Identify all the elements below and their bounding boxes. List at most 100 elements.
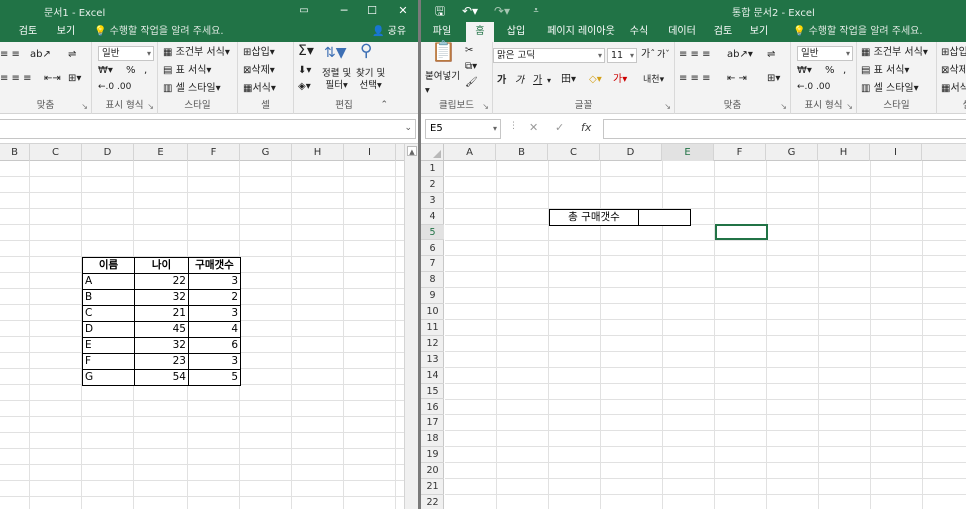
- dialog-launcher-icon[interactable]: ↘: [81, 102, 88, 111]
- comma-button[interactable]: ,: [843, 64, 846, 78]
- table-cell[interactable]: 3: [188, 273, 241, 290]
- table-cell[interactable]: G: [82, 369, 135, 386]
- table-cell[interactable]: 45: [134, 321, 189, 338]
- collapse-ribbon-icon[interactable]: ⌃: [380, 98, 388, 112]
- column-header-h[interactable]: H: [818, 144, 870, 161]
- cancel-icon[interactable]: ✕: [529, 121, 538, 134]
- row-header-16[interactable]: 16: [421, 400, 444, 416]
- table-cell[interactable]: F: [82, 353, 135, 370]
- more-options-icon[interactable]: ⋮: [509, 121, 518, 131]
- autosum-icon[interactable]: Σ▾: [298, 44, 314, 58]
- merge-icon[interactable]: ⊞▾: [68, 72, 81, 86]
- format-button[interactable]: ▦서식: [941, 82, 966, 96]
- table-cell[interactable]: 3: [188, 305, 241, 322]
- column-header-b[interactable]: B: [496, 144, 548, 161]
- row-header-10[interactable]: 10: [421, 304, 444, 320]
- format-table-button[interactable]: ▤ 표 서식▾: [163, 64, 211, 78]
- copy-icon[interactable]: ⧉▾: [465, 60, 477, 74]
- table-cell[interactable]: B: [82, 289, 135, 306]
- tab-formulas[interactable]: 수식: [625, 22, 653, 42]
- row-header-19[interactable]: 19: [421, 447, 444, 464]
- delete-button[interactable]: ⊠삭제: [941, 64, 966, 78]
- cut-icon[interactable]: ✂: [465, 44, 473, 58]
- cell-style-button[interactable]: ▥ 셀 스타일▾: [163, 82, 221, 96]
- redo-icon[interactable]: ↷▾: [491, 2, 513, 20]
- row-header-2[interactable]: 2: [421, 177, 444, 193]
- percent-button[interactable]: %: [825, 64, 835, 78]
- row-header-6[interactable]: 6: [421, 241, 444, 257]
- align-center-icon[interactable]: ≡ ≡ ≡: [679, 72, 711, 86]
- font-name-select[interactable]: 맑은 고딕 ▾: [493, 48, 605, 63]
- save-icon[interactable]: 🖫: [429, 2, 451, 20]
- row-header-7[interactable]: 7: [421, 256, 444, 273]
- number-format-select[interactable]: 일반 ▾: [98, 46, 154, 61]
- conditional-format-button[interactable]: ▦ 조건부 서식▾: [163, 46, 230, 60]
- conditional-format-button[interactable]: ▦ 조건부 서식▾: [861, 46, 928, 60]
- row-header-20[interactable]: 20: [421, 463, 444, 479]
- tab-review[interactable]: 검토: [12, 22, 44, 42]
- tab-review[interactable]: 검토: [709, 22, 737, 42]
- enter-icon[interactable]: ✓: [555, 121, 564, 134]
- italic-button[interactable]: 가: [515, 74, 524, 88]
- row-header-13[interactable]: 13: [421, 352, 444, 368]
- share-button[interactable]: 👤 공유: [372, 22, 406, 42]
- orientation-icon[interactable]: ab↗: [30, 48, 51, 62]
- table-cell[interactable]: 4: [188, 321, 241, 338]
- row-header-18[interactable]: 18: [421, 431, 444, 448]
- dialog-launcher-icon[interactable]: ↘: [147, 102, 154, 111]
- paste-icon[interactable]: 📋: [431, 41, 456, 61]
- table-cell[interactable]: E: [82, 337, 135, 354]
- table-header-cell[interactable]: 구매갯수: [188, 257, 241, 274]
- close-button[interactable]: ✕: [392, 2, 414, 20]
- sort-filter-button[interactable]: 정렬 및 필터▾: [322, 68, 351, 92]
- chevron-down-icon[interactable]: ▾: [547, 74, 551, 88]
- fill-color-icon[interactable]: ◇▾: [589, 73, 602, 87]
- clear-icon[interactable]: ◈▾: [298, 80, 311, 94]
- format-painter-icon[interactable]: 🖌: [465, 76, 478, 90]
- sheet-grid[interactable]: 이름 나이 구매갯수 A 22 3 B 32 2 C 21 3 D 45 4 E 32 6 F 23 3 G 54 5: [0, 161, 404, 509]
- tell-me-box[interactable]: 💡 수행할 작업을 알려 주세요.: [94, 22, 224, 42]
- scroll-up-icon[interactable]: ▲: [407, 146, 417, 156]
- row-header-5[interactable]: 5: [421, 224, 444, 241]
- cell-style-button[interactable]: ▥ 셀 스타일▾: [861, 82, 919, 96]
- table-cell[interactable]: D: [82, 321, 135, 338]
- tab-view[interactable]: 보기: [50, 22, 82, 42]
- insert-button[interactable]: ⊞삽입: [941, 46, 966, 60]
- vertical-scrollbar[interactable]: ▲: [404, 144, 418, 509]
- column-header-h[interactable]: H: [292, 144, 344, 161]
- font-grow-icon[interactable]: 가ˆ: [641, 48, 655, 62]
- row-header-14[interactable]: 14: [421, 368, 444, 384]
- table-header-cell[interactable]: 이름: [82, 257, 135, 274]
- column-header-f[interactable]: F: [188, 144, 240, 161]
- table-cell[interactable]: 5: [188, 369, 241, 386]
- table-cell[interactable]: A: [82, 273, 135, 290]
- table-cell[interactable]: 32: [134, 289, 189, 306]
- currency-icon[interactable]: ₩▾: [98, 64, 113, 78]
- tab-data[interactable]: 데이터: [663, 22, 701, 42]
- find-select-button[interactable]: 찾기 및 선택▾: [356, 68, 385, 92]
- dialog-launcher-icon[interactable]: ↘: [846, 102, 853, 111]
- font-shrink-icon[interactable]: 가ˇ: [657, 48, 670, 62]
- table-cell[interactable]: C: [82, 305, 135, 322]
- formula-input[interactable]: [0, 119, 416, 139]
- merge-icon[interactable]: ⊞▾: [767, 72, 780, 86]
- table-cell[interactable]: 23: [134, 353, 189, 370]
- table-cell[interactable]: 2: [188, 289, 241, 306]
- align-top-icon[interactable]: ≡ ≡ ≡: [679, 48, 711, 62]
- tab-page-layout[interactable]: 페이지 레이아웃: [539, 22, 623, 42]
- tab-view[interactable]: 보기: [745, 22, 773, 42]
- column-header-i[interactable]: I: [870, 144, 922, 161]
- sort-filter-icon[interactable]: ⇅▼: [324, 46, 347, 60]
- percent-button[interactable]: %: [126, 64, 136, 78]
- column-header-d[interactable]: D: [600, 144, 662, 161]
- dialog-launcher-icon[interactable]: ↘: [664, 102, 671, 111]
- decimal-icon[interactable]: ←.0 .00: [797, 80, 830, 94]
- row-header-1[interactable]: 1: [421, 161, 444, 177]
- minimize-button[interactable]: ─: [333, 2, 355, 20]
- row-header-17[interactable]: 17: [421, 415, 444, 432]
- align-top-icon[interactable]: ≡ ≡: [0, 48, 20, 62]
- wrap-text-icon[interactable]: ⇌: [767, 48, 775, 62]
- underline-button[interactable]: 가: [533, 74, 542, 88]
- comma-button[interactable]: ,: [144, 64, 147, 78]
- column-header-f[interactable]: F: [714, 144, 766, 161]
